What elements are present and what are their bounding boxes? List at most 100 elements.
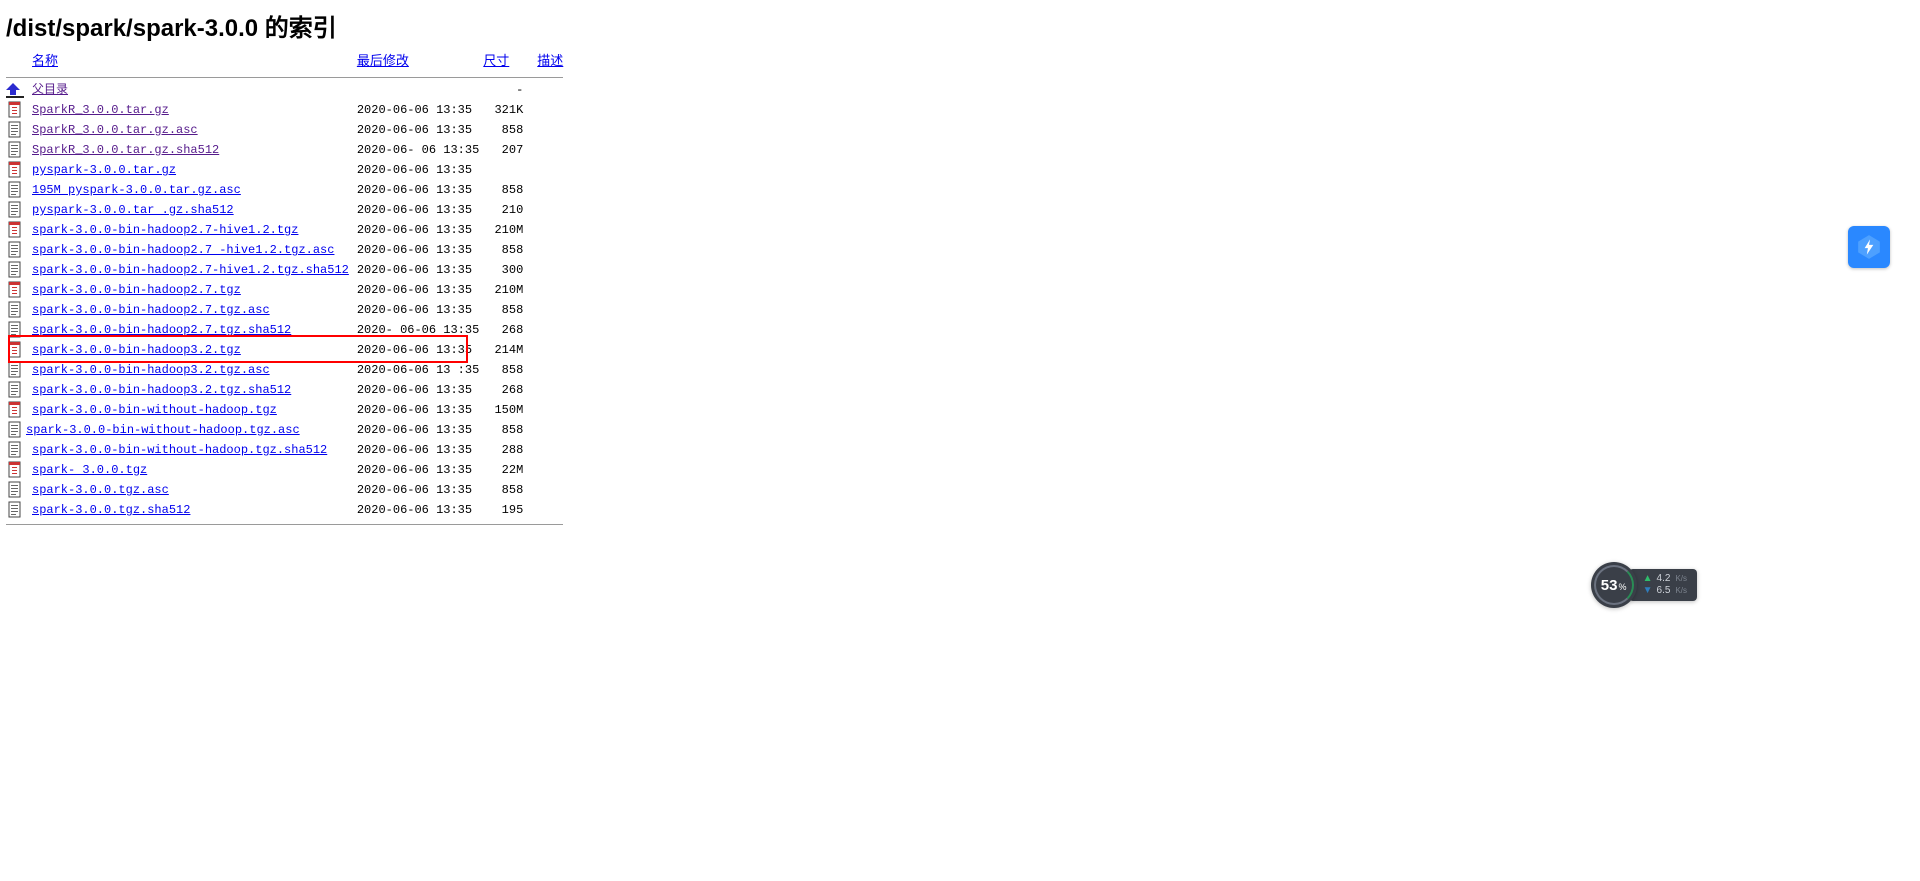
- file-size: 214M: [483, 340, 523, 360]
- file-modified: 2020-06-06 13:35: [357, 480, 483, 500]
- file-modified: 2020-06-06 13:35: [357, 440, 483, 460]
- file-link[interactable]: SparkR_3.0.0.tar.gz.sha512: [32, 143, 219, 157]
- file-modified: 2020-06-06 13:35: [357, 240, 483, 260]
- header-desc[interactable]: 描述: [537, 53, 563, 68]
- back-icon: [6, 81, 26, 99]
- file-size: 268: [483, 320, 523, 340]
- divider: [6, 524, 563, 525]
- archive-icon: [6, 281, 26, 299]
- file-link[interactable]: spark-3.0.0-bin-hadoop2.7 -hive1.2.tgz.a…: [32, 243, 334, 257]
- text-icon: [6, 301, 26, 319]
- archive-icon: [6, 341, 26, 359]
- file-link[interactable]: SparkR_3.0.0.tar.gz: [32, 103, 169, 117]
- file-modified: 2020-06-06 13:35: [357, 400, 483, 420]
- file-size: 210M: [483, 220, 523, 240]
- file-modified: 2020-06-06 13:35: [357, 500, 483, 520]
- file-link[interactable]: pyspark-3.0.0.tar.gz: [32, 163, 176, 177]
- table-row: pyspark-3.0.0.tar .gz.sha512 2020-06-06 …: [6, 200, 563, 220]
- archive-icon: [6, 221, 26, 239]
- text-icon: [6, 441, 26, 459]
- table-row: spark-3.0.0-bin-hadoop3.2.tgz.sha512 2020…: [6, 380, 563, 400]
- file-size: 195: [483, 500, 523, 520]
- file-modified: 2020-06-06 13:35: [357, 340, 483, 360]
- download-icon: ▼: [1643, 585, 1653, 597]
- table-row: 195M pyspark-3.0.0.tar.gz.asc 2020-06-06…: [6, 180, 563, 200]
- file-link[interactable]: spark-3.0.0.tgz.sha512: [32, 503, 190, 517]
- file-size: 858: [483, 240, 523, 260]
- parent-dir-link[interactable]: 父目录: [32, 83, 68, 97]
- file-size: 288: [483, 440, 523, 460]
- file-modified: 2020- 06-06 13:35: [357, 320, 483, 340]
- table-row: spark-3.0.0-bin-hadoop2.7-hive1.2.tgz 202…: [6, 220, 563, 240]
- text-icon: [6, 181, 26, 199]
- divider: [6, 77, 563, 78]
- file-link[interactable]: spark-3.0.0-bin-hadoop3.2.tgz.sha512: [32, 383, 291, 397]
- header-modified[interactable]: 最后修改: [357, 53, 409, 68]
- file-link[interactable]: SparkR_3.0.0.tar.gz.asc: [32, 123, 198, 137]
- file-modified: 2020-06-06 13:35: [357, 220, 483, 240]
- page-title: /dist/spark/spark-3.0.0 的索引: [6, 8, 1914, 43]
- file-size: 207: [483, 140, 523, 160]
- file-link[interactable]: spark-3.0.0-bin-hadoop2.7.tgz: [32, 283, 241, 297]
- archive-icon: [6, 401, 26, 419]
- text-icon: [6, 141, 26, 159]
- parent-dir-row: 父目录 -: [6, 80, 563, 100]
- file-link[interactable]: 195M pyspark-3.0.0.tar.gz.asc: [32, 183, 241, 197]
- thunder-extension-icon[interactable]: [1848, 226, 1890, 268]
- file-link[interactable]: spark-3.0.0-bin-hadoop2.7-hive1.2.tgz.sh…: [32, 263, 349, 277]
- file-link[interactable]: spark-3.0.0-bin-hadoop2.7-hive1.2.tgz: [32, 223, 298, 237]
- file-size: 22M: [483, 460, 523, 480]
- text-icon: [6, 361, 26, 379]
- file-link[interactable]: spark-3.0.0-bin-without-hadoop.tgz: [32, 403, 277, 417]
- file-size: 858: [483, 360, 523, 380]
- network-meter-widget[interactable]: 53% ▲4.2K/s ▼6.5K/s: [1591, 562, 1697, 608]
- listing-header: 名称 最后修改 尺寸 描述: [6, 51, 563, 73]
- file-link[interactable]: spark-3.0.0-bin-hadoop2.7.tgz.sha512: [32, 323, 291, 337]
- header-name[interactable]: 名称: [32, 53, 58, 68]
- file-modified: 2020-06-06 13:35: [357, 300, 483, 320]
- text-icon: [6, 321, 26, 339]
- table-row: spark-3.0.0.tgz.sha512 2020-06-06 13:3519…: [6, 500, 563, 520]
- file-link[interactable]: spark-3.0.0.tgz.asc: [32, 483, 169, 497]
- file-size: 268: [483, 380, 523, 400]
- file-link[interactable]: spark-3.0.0-bin-without-hadoop.tgz.asc: [26, 423, 300, 437]
- net-percent-circle: 53%: [1591, 562, 1637, 608]
- text-icon: [6, 261, 26, 279]
- text-icon: [6, 421, 26, 439]
- parent-size: -: [483, 80, 523, 100]
- text-icon: [6, 201, 26, 219]
- file-link[interactable]: spark- 3.0.0.tgz: [32, 463, 147, 477]
- file-link[interactable]: spark-3.0.0-bin-hadoop2.7.tgz.asc: [32, 303, 270, 317]
- file-modified: 2020-06-06 13:35: [357, 180, 483, 200]
- file-modified: 2020-06-06 13:35: [357, 380, 483, 400]
- file-size: 858: [483, 180, 523, 200]
- file-size: 300: [483, 260, 523, 280]
- file-modified: 2020-06-06 13:35: [357, 100, 483, 120]
- header-size[interactable]: 尺寸: [483, 53, 509, 68]
- table-row: spark-3.0.0-bin-hadoop2.7 -hive1.2.tgz.a…: [6, 240, 563, 260]
- file-size: 858: [483, 480, 523, 500]
- table-row: pyspark-3.0.0.tar.gz2020-06-06 13:35: [6, 160, 563, 180]
- file-modified: 2020-06-06 13:35: [357, 120, 483, 140]
- file-modified: 2020-06-06 13 :35: [357, 360, 483, 380]
- file-link[interactable]: spark-3.0.0-bin-without-hadoop.tgz.sha51…: [32, 443, 327, 457]
- table-row: spark-3.0.0.tgz.asc 2020-06-06 13:35858: [6, 480, 563, 500]
- table-row: spark-3.0.0-bin-without-hadoop.tgz.asc 20…: [6, 420, 563, 440]
- file-size: 321K: [483, 100, 523, 120]
- file-modified: 2020-06- 06 13:35: [357, 140, 483, 160]
- table-row: spark-3.0.0-bin-without-hadoop.tgz.sha51…: [6, 440, 563, 460]
- file-modified: 2020-06-06 13:35: [357, 420, 483, 440]
- archive-icon: [6, 461, 26, 479]
- table-row: SparkR_3.0.0.tar.gz.asc2020-06-06 13:358…: [6, 120, 563, 140]
- table-row: spark-3.0.0-bin-hadoop2.7.tgz.sha512 2020…: [6, 320, 563, 340]
- file-modified: 2020-06-06 13:35: [357, 200, 483, 220]
- directory-listing: 名称 最后修改 尺寸 描述 父目录 - SparkR_3.0.0.tar.gz 2…: [6, 51, 563, 527]
- file-link[interactable]: spark-3.0.0-bin-hadoop3.2.tgz.asc: [32, 363, 270, 377]
- file-modified: 2020-06-06 13:35: [357, 460, 483, 480]
- table-row: spark-3.0.0-bin-hadoop2.7.tgz.asc 2020-06…: [6, 300, 563, 320]
- table-row: spark- 3.0.0.tgz 2020-06-06 13:3522M: [6, 460, 563, 480]
- table-row: spark-3.0.0-bin-hadoop3.2.tgz 2020-06-06 …: [6, 340, 563, 360]
- file-link[interactable]: pyspark-3.0.0.tar .gz.sha512: [32, 203, 234, 217]
- archive-icon: [6, 161, 26, 179]
- file-link[interactable]: spark-3.0.0-bin-hadoop3.2.tgz: [32, 343, 241, 357]
